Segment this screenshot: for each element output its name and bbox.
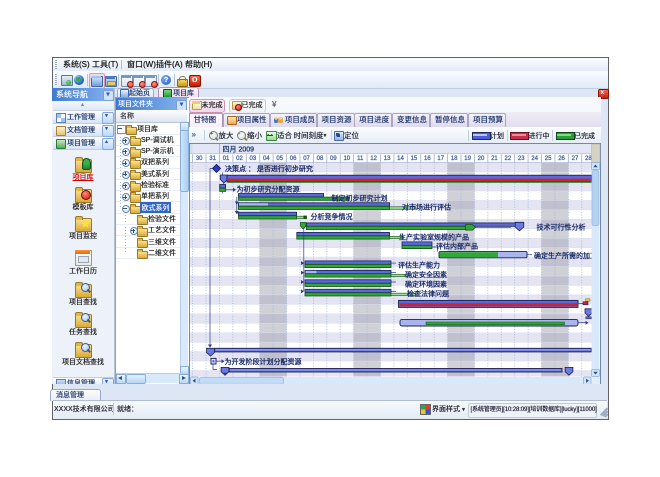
svg-text:评估生产能力: 评估生产能力	[398, 261, 440, 270]
svg-text:14: 14	[397, 156, 404, 162]
svg-text:03: 03	[250, 156, 257, 162]
svg-text:17: 17	[437, 156, 444, 162]
svg-text:22: 22	[505, 156, 512, 162]
svg-text:30: 30	[196, 156, 203, 162]
svg-text:16: 16	[424, 156, 431, 162]
svg-text:25: 25	[545, 156, 552, 162]
svg-text:08: 08	[317, 156, 324, 162]
svg-text:23: 23	[518, 156, 525, 162]
svg-text:31: 31	[209, 156, 216, 162]
svg-text:制定初步研究计划: 制定初步研究计划	[332, 194, 388, 203]
svg-text:15: 15	[411, 156, 418, 162]
svg-text:07: 07	[303, 156, 310, 162]
svg-text:12: 12	[370, 156, 377, 162]
svg-text:四月 2009: 四月 2009	[223, 145, 255, 153]
svg-text:决策点 ： 是否进行初步研究: 决策点 ： 是否进行初步研究	[225, 164, 313, 173]
svg-text:18: 18	[451, 156, 458, 162]
svg-text:27: 27	[572, 156, 579, 162]
svg-text:确定生产所需的加工: 确定生产所需的加工	[534, 251, 597, 260]
svg-text:02: 02	[236, 156, 243, 162]
svg-text:为开发阶段计划分配资源: 为开发阶段计划分配资源	[225, 357, 302, 366]
svg-text:05: 05	[276, 156, 283, 162]
svg-text:确定环境因素: 确定环境因素	[405, 280, 447, 289]
svg-text:分析竞争情况: 分析竞争情况	[311, 212, 353, 221]
svg-text:01: 01	[223, 156, 230, 162]
svg-text:10: 10	[343, 156, 350, 162]
svg-text:13: 13	[384, 156, 391, 162]
svg-text:26: 26	[558, 156, 565, 162]
svg-text:技术可行性分析: 技术可行性分析	[537, 223, 586, 232]
svg-text:06: 06	[290, 156, 297, 162]
svg-text:评估内部产品: 评估内部产品	[436, 242, 478, 251]
svg-text:为初步研究分配资源: 为初步研究分配资源	[237, 184, 300, 193]
svg-text:24: 24	[531, 156, 538, 162]
svg-text:19: 19	[464, 156, 471, 162]
svg-text:检查法律问题: 检查法律问题	[407, 289, 449, 298]
svg-text:11: 11	[357, 156, 364, 162]
svg-text:21: 21	[491, 156, 498, 162]
svg-text:生产实验室规模的产品: 生产实验室规模的产品	[399, 232, 469, 241]
svg-text:20: 20	[478, 156, 485, 162]
svg-text:04: 04	[263, 156, 270, 162]
svg-text:对市场进行评估: 对市场进行评估	[402, 203, 451, 212]
svg-text:09: 09	[330, 156, 337, 162]
svg-text:确定安全因素: 确定安全因素	[405, 270, 447, 279]
